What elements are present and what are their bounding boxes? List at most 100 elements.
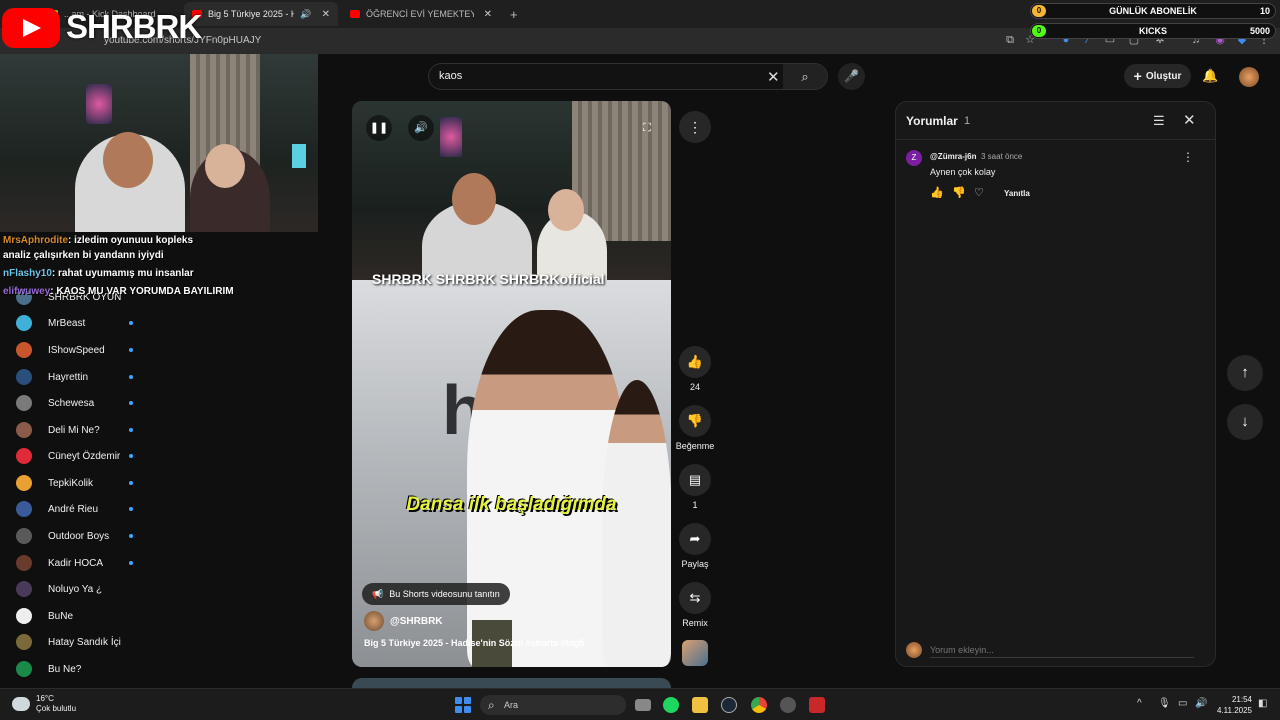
weather-desc: Çok bulutlu bbox=[36, 704, 77, 713]
taskbar-clock[interactable]: 21:54 4.11.2025 bbox=[1214, 694, 1252, 716]
thumbs-down-icon: 👎 bbox=[686, 413, 704, 428]
comment-icon: ▤ bbox=[688, 472, 702, 487]
account-avatar[interactable] bbox=[1239, 67, 1259, 87]
new-tab-button[interactable]: + bbox=[502, 2, 522, 26]
channel-name: BuNe bbox=[48, 610, 74, 622]
sidebar-item-bu-ne[interactable]: Bu Ne? bbox=[16, 658, 136, 680]
sidebar-item-hatay-sandik-ici[interactable]: Hatay Sandık İçi bbox=[16, 631, 136, 653]
fullscreen-button[interactable]: ⛶ bbox=[634, 115, 660, 141]
sidebar-item-deli-mi-ne[interactable]: Deli Mi Ne? bbox=[16, 419, 136, 441]
taskbar-search[interactable]: Ara bbox=[480, 695, 626, 715]
short-title[interactable]: Big 5 Türkiye 2025 - Hadise'nin Sözü! #s… bbox=[364, 638, 584, 648]
sidebar-item-outdoor-boys[interactable]: Outdoor Boys bbox=[16, 525, 136, 547]
sidebar-item-ishowspeed[interactable]: IShowSpeed bbox=[16, 339, 136, 361]
sidebar-item-andre-rieu[interactable]: André Rieu bbox=[16, 498, 136, 520]
sidebar-item-hayrettin[interactable]: Hayrettin bbox=[16, 366, 136, 388]
comments-header: Yorumlar 1 ☰ ✕ bbox=[896, 102, 1215, 140]
reply-button[interactable]: Yanıtla bbox=[1004, 189, 1030, 198]
notification-center-icon[interactable]: ◧ bbox=[1258, 698, 1267, 709]
like-button[interactable]: 👍 bbox=[679, 346, 711, 378]
task-view-icon[interactable] bbox=[635, 699, 651, 711]
share-button[interactable]: ➦ bbox=[679, 523, 711, 555]
weather-temp: 16°C bbox=[36, 694, 54, 703]
search-input[interactable] bbox=[439, 70, 759, 82]
kebab-menu-icon: ⋮ bbox=[688, 119, 702, 135]
promote-short-button[interactable]: 📢 Bu Shorts videosunu tanıtın bbox=[362, 583, 510, 605]
chrome-icon[interactable] bbox=[751, 697, 767, 713]
channel-link[interactable]: @SHRBRK bbox=[364, 611, 443, 631]
steam-icon[interactable] bbox=[721, 697, 737, 713]
channel-avatar bbox=[16, 448, 32, 464]
share-label: Paylaş bbox=[681, 559, 709, 569]
sidebar-item-noluyo-ya[interactable]: Noluyo Ya ¿ bbox=[16, 578, 136, 600]
comment-timestamp[interactable]: 3 saat önce bbox=[981, 152, 1022, 161]
close-tab-icon[interactable]: ✕ bbox=[484, 9, 492, 20]
sidebar-item-mrbeast[interactable]: MrBeast bbox=[16, 312, 136, 334]
short-video-player[interactable]: hy ❚❚ 🔊 ⛶ SHRBRK SHRBRK SHRBRKofficial D… bbox=[352, 101, 671, 667]
sidebar-item-cuneyt-ozdemir[interactable]: Cüneyt Özdemir bbox=[16, 445, 136, 467]
dislike-label: Beğenme bbox=[675, 441, 715, 451]
channel-name: MrBeast bbox=[48, 317, 86, 329]
comment-input[interactable] bbox=[930, 642, 1194, 658]
channel-avatar bbox=[16, 475, 32, 491]
sidebar-item-tepkikolik[interactable]: TepkiKolik bbox=[16, 472, 136, 494]
new-content-dot bbox=[129, 507, 133, 511]
app-icon[interactable] bbox=[780, 697, 796, 713]
more-options-button[interactable]: ⋮ bbox=[679, 111, 711, 143]
comment-dislike-icon[interactable]: 👎 bbox=[952, 186, 966, 199]
weather-widget[interactable]: 16°C Çok bulutlu bbox=[12, 694, 76, 714]
tab-big5-shorts[interactable]: Big 5 Türkiye 2025 - Hadise 🔊 ✕ bbox=[184, 2, 338, 26]
channel-handle: @SHRBRK bbox=[390, 615, 443, 627]
remix-button[interactable]: ⇆ bbox=[679, 582, 711, 614]
channel-avatar bbox=[16, 422, 32, 438]
voice-search-button[interactable]: 🎤 bbox=[838, 63, 865, 90]
sidebar-item-kadir-hoca[interactable]: Kadir HOCA bbox=[16, 552, 136, 574]
channel-name: Noluyo Ya ¿ bbox=[48, 583, 103, 595]
sidebar-item-bune[interactable]: BuNe bbox=[16, 605, 136, 627]
comments-button[interactable]: ▤ bbox=[679, 464, 711, 496]
comment-like-icon[interactable]: 👍 bbox=[930, 186, 944, 199]
cloud-icon bbox=[12, 697, 30, 711]
search-button[interactable]: ⌕ bbox=[783, 64, 827, 89]
dislike-button[interactable]: 👎 bbox=[679, 405, 711, 437]
next-short-preview[interactable] bbox=[352, 678, 671, 688]
create-button[interactable]: + Oluştur bbox=[1124, 64, 1191, 88]
pause-button[interactable]: ❚❚ bbox=[366, 115, 392, 141]
new-content-dot bbox=[129, 428, 133, 432]
microphone-tray-icon[interactable]: 🎙 bbox=[1158, 698, 1171, 709]
commenter-username[interactable]: @Zümra-j6n bbox=[930, 152, 976, 161]
youtube-logo-icon bbox=[2, 8, 60, 48]
stream-social-links: SHRBRK SHRBRK SHRBRKofficial bbox=[372, 271, 605, 287]
start-button[interactable] bbox=[455, 697, 471, 713]
comment-menu-icon[interactable]: ⋮ bbox=[1182, 150, 1194, 164]
close-comments-icon[interactable]: ✕ bbox=[1183, 111, 1196, 129]
heart-icon[interactable]: ♡ bbox=[974, 186, 984, 199]
app-icon[interactable] bbox=[809, 697, 825, 713]
clear-search-icon[interactable]: ✕ bbox=[767, 68, 780, 86]
file-explorer-icon[interactable] bbox=[692, 697, 708, 713]
channel-name: Kadir HOCA bbox=[48, 557, 104, 569]
mute-button[interactable]: 🔊 bbox=[408, 115, 434, 141]
sound-thumbnail[interactable] bbox=[682, 640, 708, 666]
chat-username: MrsAphrodite bbox=[3, 235, 68, 246]
tray-overflow-icon[interactable]: ^ bbox=[1137, 698, 1142, 709]
previous-short-button[interactable]: ↑ bbox=[1227, 355, 1263, 391]
tab-ogrenci-evi[interactable]: ÖĞRENCİ EVİ YEMEKTEYİZ 4. B... ✕ bbox=[342, 2, 500, 26]
speaker-icon[interactable]: 🔊 bbox=[300, 9, 311, 20]
sidebar-item-schewesa[interactable]: Schewesa bbox=[16, 392, 136, 414]
notifications-bell-icon[interactable]: 🔔 bbox=[1202, 68, 1218, 84]
video-caption: Dansa ilk başladığımda bbox=[406, 494, 617, 515]
next-short-button[interactable]: ↓ bbox=[1227, 404, 1263, 440]
commenter-avatar[interactable]: Z bbox=[906, 150, 922, 166]
close-tab-icon[interactable]: ✕ bbox=[322, 9, 330, 20]
install-app-icon[interactable]: ⧉ bbox=[1004, 34, 1016, 46]
sort-comments-icon[interactable]: ☰ bbox=[1153, 113, 1165, 129]
channel-avatar bbox=[364, 611, 384, 631]
spotify-icon[interactable] bbox=[663, 697, 679, 713]
new-content-dot bbox=[129, 321, 133, 325]
volume-tray-icon[interactable]: 🔊 bbox=[1195, 698, 1207, 709]
channel-avatar bbox=[16, 369, 32, 385]
search-box: ✕ ⌕ bbox=[428, 63, 828, 90]
microphone-icon: 🎤 bbox=[844, 69, 859, 83]
network-icon[interactable]: ▭ bbox=[1178, 698, 1187, 709]
